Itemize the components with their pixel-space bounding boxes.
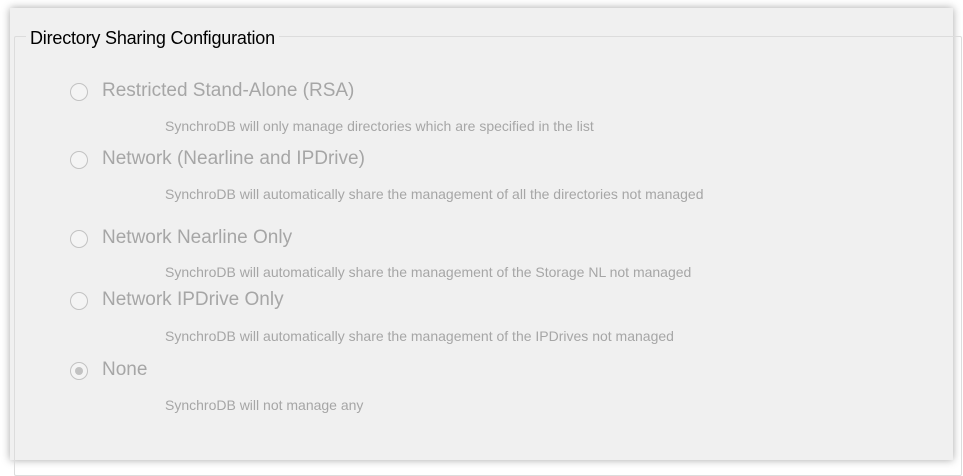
directory-sharing-groupbox [14, 36, 962, 476]
radio-option-none[interactable]: None SynchroDB will not manage any [0, 0, 963, 413]
radio-button-none[interactable] [70, 362, 88, 380]
radio-button-rsa[interactable] [70, 83, 88, 101]
radio-button-network-ipdrive-only[interactable] [70, 292, 88, 310]
radio-description-network-nearline-ipdrive: SynchroDB will automatically share the m… [165, 186, 704, 202]
radio-description-network-ipdrive-only: SynchroDB will automatically share the m… [165, 328, 674, 344]
radio-button-network-nearline-only[interactable] [70, 230, 88, 248]
radio-label-network-ipdrive-only[interactable]: Network IPDrive Only [102, 289, 284, 311]
radio-description-network-nearline-only: SynchroDB will automatically share the m… [165, 264, 692, 280]
radio-label-network-nearline-ipdrive[interactable]: Network (Nearline and IPDrive) [102, 148, 365, 170]
radio-label-none[interactable]: None [102, 359, 147, 381]
radio-description-rsa: SynchroDB will only manage directories w… [165, 118, 594, 134]
radio-label-network-nearline-only[interactable]: Network Nearline Only [102, 227, 292, 249]
radio-button-network-nearline-ipdrive[interactable] [70, 151, 88, 169]
radio-label-rsa[interactable]: Restricted Stand-Alone (RSA) [102, 80, 354, 102]
radio-description-none: SynchroDB will not manage any [165, 397, 364, 413]
